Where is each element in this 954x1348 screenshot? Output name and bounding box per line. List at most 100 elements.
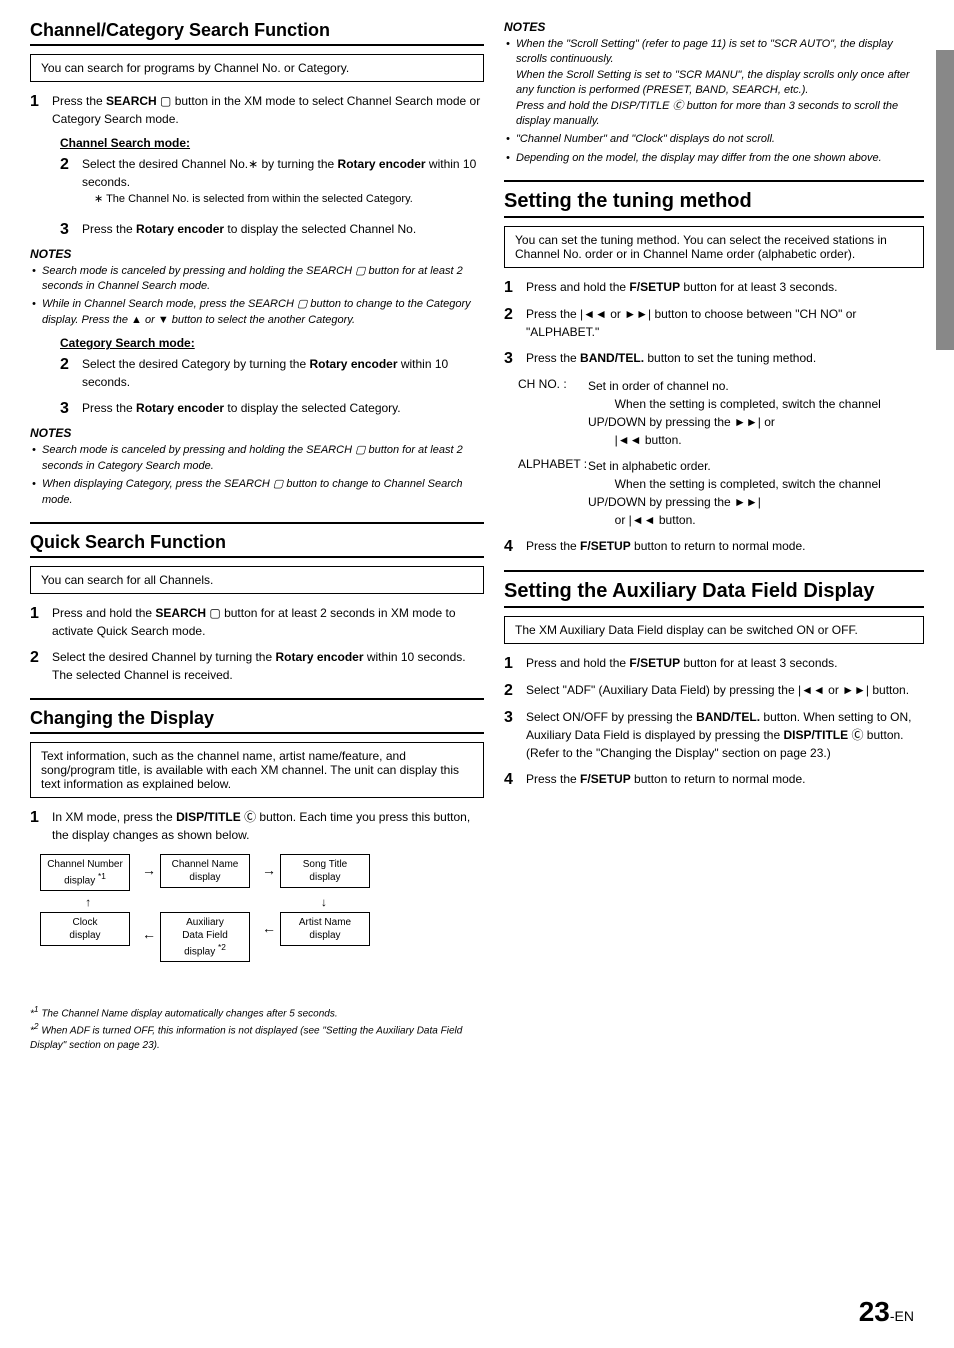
step-number: 4	[504, 770, 513, 789]
step-content: Select the desired Category by turning t…	[82, 355, 484, 391]
note-item: Search mode is canceled by pressing and …	[30, 443, 484, 474]
display-diagram: Channel Numberdisplay *1 → Channel Named…	[40, 854, 484, 994]
step-number: 2	[504, 305, 513, 324]
notes-title: NOTES	[504, 20, 924, 34]
section4-info-box: You can set the tuning method. You can s…	[504, 226, 924, 268]
step-number: 3	[60, 220, 69, 239]
section2-info-box: You can search for all Channels.	[30, 566, 484, 594]
note-item: When displaying Category, press the SEAR…	[30, 477, 484, 508]
step-content: Press the F/SETUP button to return to no…	[526, 770, 924, 788]
arrow-left2: ←	[142, 926, 156, 942]
top-notes-section: NOTES When the "Scroll Setting" (refer t…	[504, 20, 924, 166]
divider	[504, 180, 924, 182]
footnote2: *2 When ADF is turned OFF, this informat…	[30, 1021, 484, 1052]
sidebar-tab	[936, 50, 954, 350]
diag-box-artist-name: Artist Namedisplay	[280, 912, 370, 946]
aux-step2: 2 Select "ADF" (Auxiliary Data Field) by…	[504, 681, 924, 700]
step-content: Select the desired Channel No.∗ by turni…	[82, 155, 484, 208]
step-content: Press the F/SETUP button to return to no…	[526, 537, 924, 555]
aux-step3: 3 Select ON/OFF by pressing the BAND/TEL…	[504, 708, 924, 762]
ch-no-label: CH NO. :	[518, 377, 588, 449]
step-number: 4	[504, 537, 513, 556]
alphabet-block: ALPHABET : Set in alphabetic order. When…	[518, 457, 924, 529]
ch-no-block: CH NO. : Set in order of channel no. Whe…	[518, 377, 924, 449]
section5-info-box: The XM Auxiliary Data Field display can …	[504, 616, 924, 644]
right-column: NOTES When the "Scroll Setting" (refer t…	[504, 20, 924, 1053]
notes-title: NOTES	[30, 426, 484, 440]
aux-step1: 1 Press and hold the F/SETUP button for …	[504, 654, 924, 673]
diag-box-clock: Clockdisplay	[40, 912, 130, 946]
step-content: Select "ADF" (Auxiliary Data Field) by p…	[526, 681, 924, 699]
left-column: Channel/Category Search Function You can…	[30, 20, 484, 1053]
quick-step2: 2 Select the desired Channel by turning …	[30, 648, 484, 684]
diag-box-channel-name: Channel Namedisplay	[160, 854, 250, 888]
tuning-step2: 2 Press the |◄◄ or ►►| button to choose …	[504, 305, 924, 341]
channel-step2: 2 Select the desired Channel No.∗ by tur…	[60, 155, 484, 212]
category-search-label: Category Search mode:	[60, 336, 484, 350]
notes-list: Search mode is canceled by pressing and …	[30, 443, 484, 508]
step-number: 1	[30, 604, 39, 623]
note-item: "Channel Number" and "Clock" displays do…	[504, 132, 924, 147]
step-number: 3	[504, 708, 513, 727]
alphabet-detail: Set in alphabetic order. When the settin…	[588, 457, 924, 529]
notes-list: Search mode is canceled by pressing and …	[30, 264, 484, 329]
step-number: 1	[30, 808, 39, 827]
aux-step4: 4 Press the F/SETUP button to return to …	[504, 770, 924, 789]
diag-box-song-title: Song Titledisplay	[280, 854, 370, 888]
step-content: Press and hold the SEARCH ▢ button for a…	[52, 604, 484, 640]
arrow-left1: ←	[262, 920, 276, 936]
step-number: 1	[504, 278, 513, 297]
section2-title: Quick Search Function	[30, 532, 484, 558]
step-content: Press and hold the F/SETUP button for at…	[526, 278, 924, 296]
step-content: In XM mode, press the DISP/TITLE Ⓒ butto…	[52, 808, 484, 844]
footnotes: *1 The Channel Name display automaticall…	[30, 1004, 484, 1053]
step-number: 1	[30, 92, 39, 111]
category-step2: 2 Select the desired Category by turning…	[60, 355, 484, 391]
sub-note: The Channel No. is selected from within …	[94, 191, 484, 208]
step-number: 2	[60, 155, 69, 174]
step-number: 2	[30, 648, 39, 667]
category-search-section: Category Search mode: 2 Select the desir…	[60, 336, 484, 418]
display-step1: 1 In XM mode, press the DISP/TITLE Ⓒ but…	[30, 808, 484, 844]
step-content: Press the BAND/TEL. button to set the tu…	[526, 349, 924, 367]
step-number: 2	[504, 681, 513, 700]
step-content: Press the |◄◄ or ►►| button to choose be…	[526, 305, 924, 341]
quick-step1: 1 Press and hold the SEARCH ▢ button for…	[30, 604, 484, 640]
divider	[504, 570, 924, 572]
tuning-step4: 4 Press the F/SETUP button to return to …	[504, 537, 924, 556]
footnote1: *1 The Channel Name display automaticall…	[30, 1004, 484, 1021]
step-number: 3	[504, 349, 513, 368]
step-content: Press the SEARCH ▢ button in the XM mode…	[52, 92, 484, 128]
diag-box-aux-data: AuxiliaryData Fielddisplay *2	[160, 912, 250, 962]
arrow-down1: →	[319, 897, 333, 909]
arrow-right1: →	[142, 862, 156, 878]
section3-info-box: Text information, such as the channel na…	[30, 742, 484, 798]
channel-step3: 3 Press the Rotary encoder to display th…	[60, 220, 484, 239]
arrow-right2: →	[262, 862, 276, 878]
step-content: Press the Rotary encoder to display the …	[82, 399, 484, 417]
section3-title: Changing the Display	[30, 708, 484, 734]
step-content: Select the desired Channel by turning th…	[52, 648, 484, 684]
tuning-step1: 1 Press and hold the F/SETUP button for …	[504, 278, 924, 297]
notes-title: NOTES	[30, 247, 484, 261]
note-item: While in Channel Search mode, press the …	[30, 297, 484, 328]
step-content: Press the Rotary encoder to display the …	[82, 220, 484, 238]
notes-section1: NOTES Search mode is canceled by pressin…	[30, 247, 484, 329]
page-number: 23-EN	[859, 1296, 914, 1328]
divider	[30, 698, 484, 700]
channel-search-label: Channel Search mode:	[60, 136, 484, 150]
category-step3: 3 Press the Rotary encoder to display th…	[60, 399, 484, 418]
step-content: Press and hold the F/SETUP button for at…	[526, 654, 924, 672]
channel-search-section: Channel Search mode: 2 Select the desire…	[60, 136, 484, 239]
diag-box-channel-number: Channel Numberdisplay *1	[40, 854, 130, 891]
step-number: 3	[60, 399, 69, 418]
note-item: Search mode is canceled by pressing and …	[30, 264, 484, 295]
alphabet-label: ALPHABET :	[518, 457, 588, 529]
section1-step1: 1 Press the SEARCH ▢ button in the XM mo…	[30, 92, 484, 128]
arrow-up1: →	[79, 897, 93, 909]
step-content: Select ON/OFF by pressing the BAND/TEL. …	[526, 708, 924, 762]
note-item: When the "Scroll Setting" (refer to page…	[504, 37, 924, 129]
tuning-step3: 3 Press the BAND/TEL. button to set the …	[504, 349, 924, 368]
section4-title: Setting the tuning method	[504, 190, 924, 218]
notes-list: When the "Scroll Setting" (refer to page…	[504, 37, 924, 166]
